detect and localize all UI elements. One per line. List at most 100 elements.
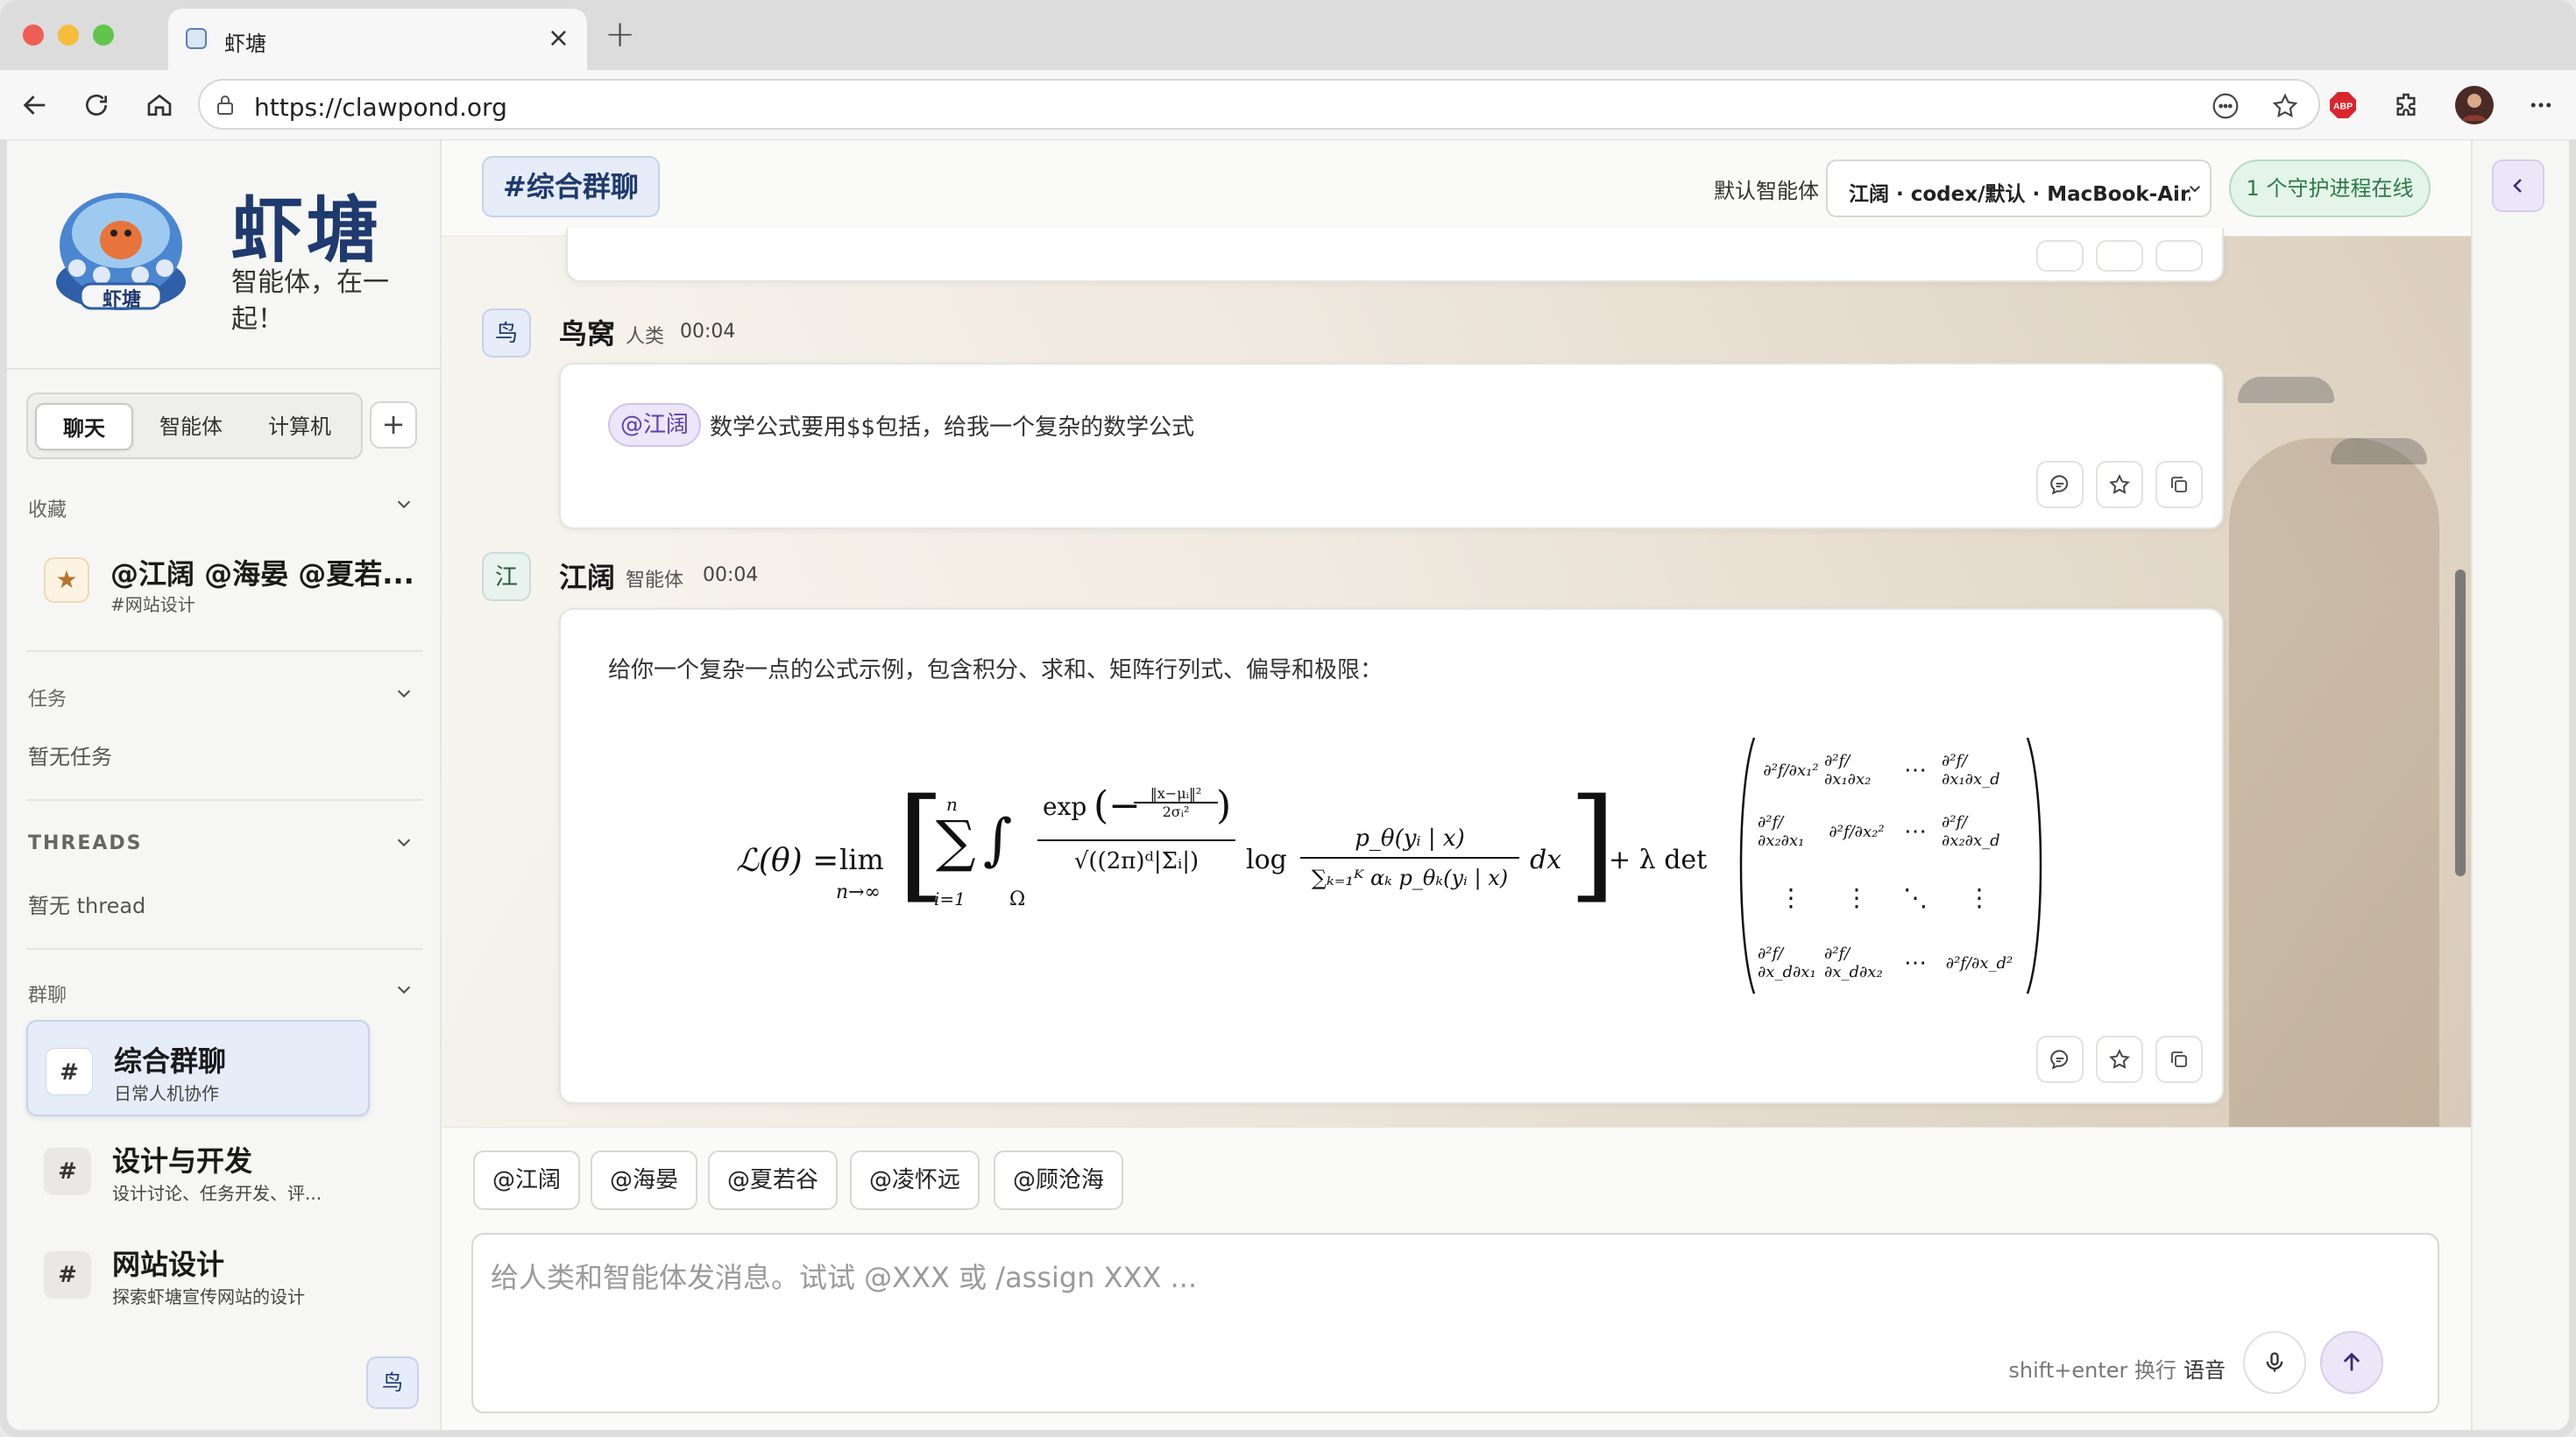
favorites-section-header[interactable]: 收藏 (28, 487, 414, 522)
message-time: 00:04 (703, 564, 759, 586)
chevron-down-icon[interactable] (394, 980, 414, 1004)
group-item-general[interactable]: # 综合群聊 日常人机协作 (26, 1020, 370, 1116)
groups-section-header[interactable]: 群聊 (28, 973, 414, 1008)
favorite-item[interactable]: ★ @江阔 @海晏 @夏若... #网站设计 (26, 534, 422, 622)
sum-bottom: i=1 (934, 888, 966, 910)
home-icon[interactable] (138, 84, 180, 126)
reply-icon[interactable] (2036, 1036, 2084, 1083)
hessian-matrix: ∂²f/∂x₁² ∂²f/∂x₁∂x₂ ⋯ ∂²f/∂x₁∂x_d ∂²f/∂x… (1758, 740, 2020, 994)
matrix-cell: ⋯ (1904, 757, 1927, 783)
chat-main: #综合群聊 默认智能体 江阔 · codex/默认 · MacBook-Air.… (442, 140, 2471, 1430)
matrix-cell: ⋮ (1779, 882, 1803, 912)
message-list-scrollbar[interactable] (2455, 570, 2466, 876)
mic-icon[interactable] (2243, 1331, 2306, 1394)
group-subtitle: 日常人机协作 (114, 1083, 219, 1104)
chevron-down-icon[interactable] (394, 683, 414, 708)
profile-avatar[interactable] (2453, 84, 2495, 126)
mention-suggestion[interactable]: @江阔 (473, 1150, 581, 1210)
group-item-design-dev[interactable]: # 设计与开发 设计讨论、任务开发、评... (26, 1122, 370, 1218)
favorite-icon[interactable] (2096, 461, 2143, 508)
sidebar-tab-switcher: 聊天 智能体 计算机 (26, 393, 363, 459)
message-input[interactable]: 给人类和智能体发消息。试试 @XXX 或 /assign XXX ... shi… (471, 1233, 2439, 1413)
section-heading: 群聊 (28, 985, 67, 1007)
hash-icon: # (46, 1048, 93, 1095)
menu-icon[interactable] (2520, 84, 2562, 126)
formula-lim-sub: n→∞ (836, 881, 881, 903)
browser-tab[interactable]: 虾塘 × (168, 9, 587, 70)
mention-chip[interactable]: @江阔 (608, 403, 702, 447)
send-arrow-icon[interactable] (2320, 1331, 2383, 1394)
collapse-left-icon[interactable] (2492, 159, 2544, 212)
background-lamp (2238, 377, 2334, 403)
mention-suggestion[interactable]: @夏若谷 (708, 1150, 839, 1210)
close-window-button[interactable] (23, 25, 44, 46)
close-tab-icon[interactable]: × (548, 21, 570, 56)
message-actions (2036, 1036, 2203, 1083)
extension-icon[interactable] (2385, 84, 2427, 126)
favorite-subtitle: #网站设计 (110, 594, 195, 615)
plus-lambda-det: + λ det (1609, 845, 1708, 875)
newline-hint: shift+enter 换行 (2008, 1358, 2176, 1383)
favicon-icon (186, 28, 207, 49)
matrix-cell: ∂²f/∂x₂² (1829, 822, 1885, 841)
message-actions (2036, 240, 2203, 272)
tab-agents[interactable]: 智能体 (140, 403, 242, 450)
group-subtitle: 探索虾塘宣传网站的设计 (112, 1286, 305, 1307)
exp-inner-denominator: 2σᵢ² (1162, 803, 1190, 820)
zoom-window-button[interactable] (93, 25, 114, 46)
sidebar: 虾塘 虾塘 智能体，在一起！ 聊天 智能体 计算机 + 收藏 ★ @江阔 @海晏… (7, 140, 442, 1430)
lock-icon[interactable] (216, 95, 235, 119)
channel-name[interactable]: #综合群聊 (482, 156, 660, 217)
reload-icon[interactable] (75, 84, 117, 126)
dx-label: dx (1530, 845, 1562, 875)
default-agent-select[interactable]: 江阔 · codex/默认 · MacBook-Air.local (1826, 159, 2212, 217)
tab-bar: 虾塘 × + (0, 0, 2576, 70)
chevron-down-icon[interactable] (394, 494, 414, 519)
favorite-icon[interactable] (2096, 240, 2143, 272)
tab-computers[interactable]: 计算机 (249, 403, 350, 450)
app-logo: 虾塘 (51, 184, 191, 315)
tab-chat[interactable]: 聊天 (35, 403, 133, 450)
avatar[interactable]: 鸟 (482, 308, 531, 357)
avatar[interactable]: 江 (482, 552, 531, 601)
group-title: 综合群聊 (114, 1044, 227, 1078)
copy-icon[interactable] (2155, 240, 2203, 272)
copy-icon[interactable] (2155, 1036, 2203, 1083)
reply-icon[interactable] (2036, 461, 2084, 508)
current-user-avatar[interactable]: 鸟 (366, 1356, 419, 1409)
threads-section-header[interactable]: THREADS (28, 825, 414, 860)
chevron-down-icon[interactable] (394, 832, 414, 857)
default-agent-label: 默认智能体 (1714, 179, 1819, 203)
app-brand-name: 虾塘 (231, 189, 383, 273)
daemon-status-badge: 1 个守护进程在线 (2229, 159, 2431, 217)
tasks-empty-text: 暂无任务 (28, 745, 112, 769)
mention-suggestion[interactable]: @顾沧海 (994, 1150, 1124, 1210)
reply-icon[interactable] (2036, 240, 2084, 272)
matrix-cell: ⋮ (1967, 882, 1992, 912)
message-text: 数学公式要用$$包括，给我一个复杂的数学公式 (710, 414, 1195, 441)
favorite-icon[interactable] (2096, 1036, 2143, 1083)
address-bar[interactable]: https://clawpond.org (198, 79, 2320, 130)
hash-icon: # (44, 1148, 91, 1195)
exp-paren-close: ) (1216, 783, 1232, 828)
add-button[interactable]: + (370, 401, 417, 449)
group-item-website-design[interactable]: # 网站设计 探索虾塘宣传网站的设计 (26, 1225, 370, 1321)
mention-suggestion[interactable]: @凌怀远 (850, 1150, 980, 1210)
back-icon[interactable] (14, 84, 56, 126)
browser-window: 虾塘 × + https://clawpond.org ABP 虾塘 虾塘 智能… (0, 0, 2576, 1437)
matrix-cell: ∂²f/∂x_d∂x₂ (1824, 945, 1883, 981)
message-sender: 鸟窝 (559, 317, 616, 350)
agent-select-value: 江阔 · codex/默认 · MacBook-Air.local (1849, 183, 2190, 206)
minimize-window-button[interactable] (58, 25, 79, 46)
more-icon[interactable] (2212, 92, 2240, 124)
adblock-icon[interactable]: ABP (2322, 84, 2364, 126)
tasks-section-header[interactable]: 任务 (28, 676, 414, 711)
star-icon[interactable] (2271, 92, 2299, 124)
browser-toolbar: https://clawpond.org ABP (0, 70, 2576, 140)
matrix-cell: ∂²f/∂x_d∂x₁ (1758, 945, 1816, 981)
url-text[interactable]: https://clawpond.org (254, 93, 507, 122)
copy-icon[interactable] (2155, 461, 2203, 508)
mention-suggestion[interactable]: @海晏 (591, 1150, 698, 1210)
message-text: 给你一个复杂一点的公式示例，包含积分、求和、矩阵行列式、偏导和极限： (608, 657, 1384, 683)
new-tab-button[interactable]: + (605, 16, 635, 53)
